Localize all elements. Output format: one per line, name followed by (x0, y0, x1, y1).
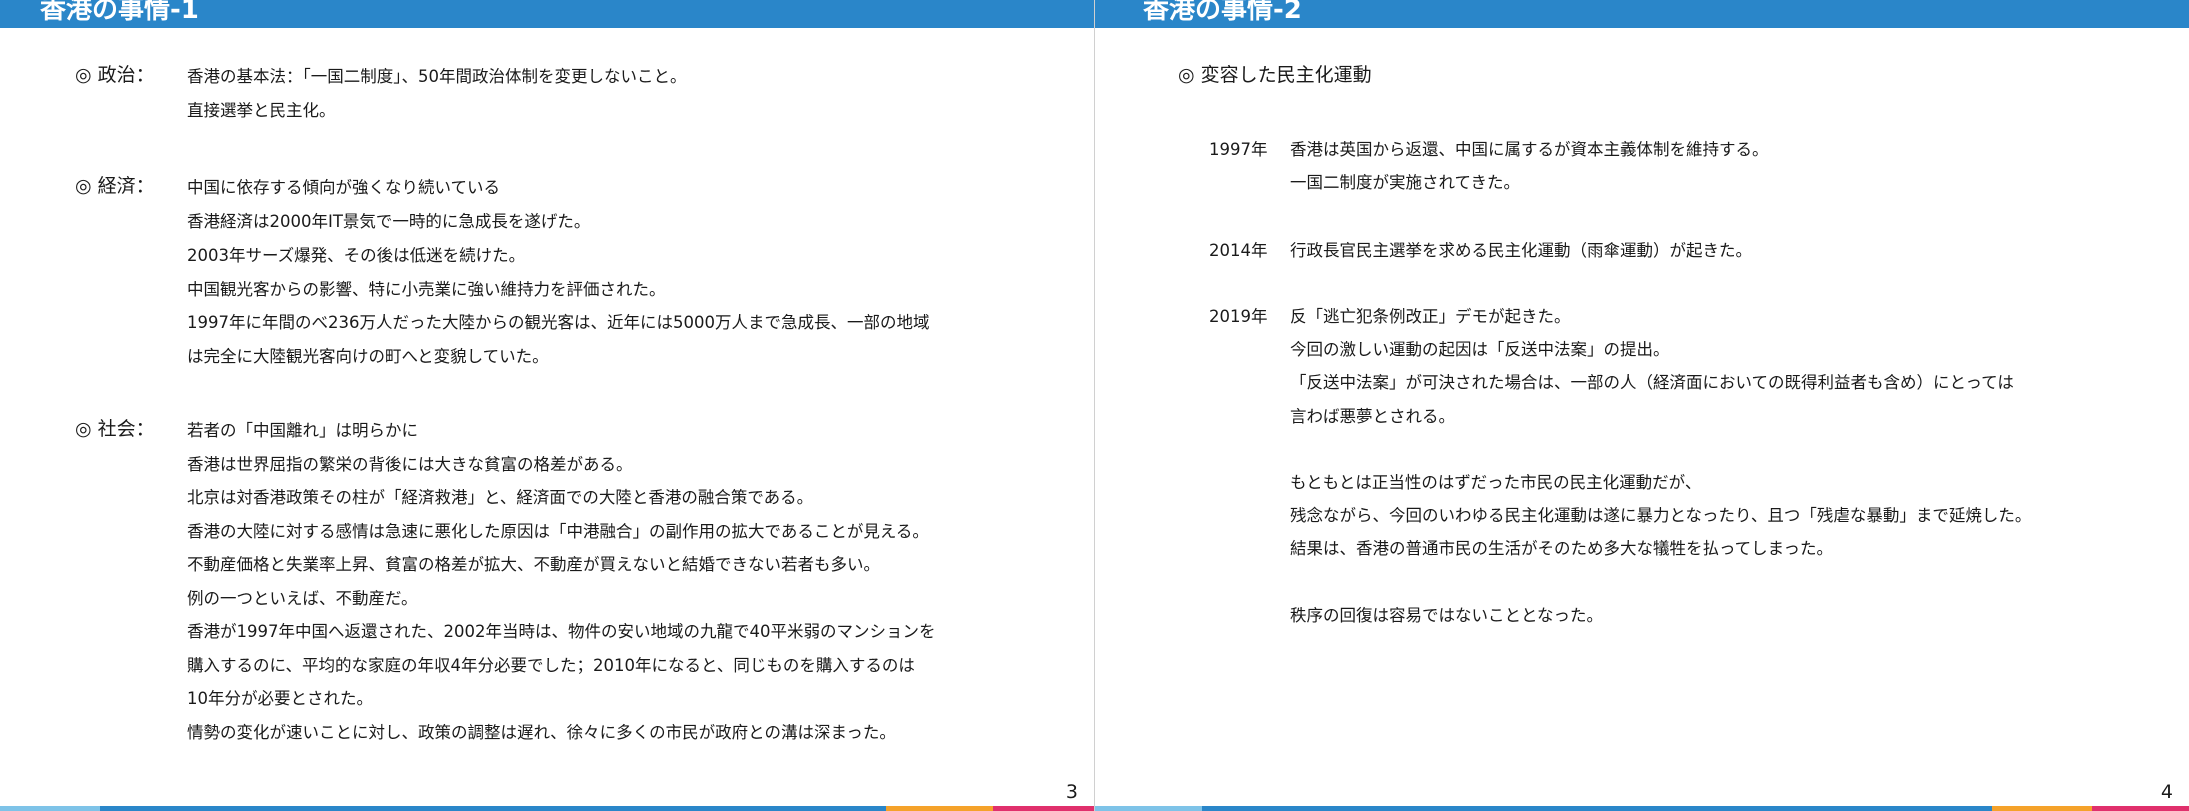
paragraph-line: 秩序の回復は容易ではないこととなった。 (1290, 606, 1604, 625)
footer-segment-pink (993, 806, 1094, 811)
politics-line: 香港の基本法：「一国二制度」、50年間政治体制を変更しないこと。 (187, 67, 687, 86)
entry-line: 言わば悪夢とされる。 (1290, 407, 1455, 426)
entry-line: 今回の激しい運動の起因は「反送中法案」の提出。 (1290, 340, 1670, 359)
footer-stripe (1095, 806, 2189, 811)
entry-line: 一国二制度が実施されてきた。 (1290, 173, 1521, 192)
paragraph-line: もともとは正当性のはずだった市民の民主化運動だが、 (1290, 473, 1702, 492)
footer-segment-blue (100, 806, 886, 811)
slide-title: 香港の事情-1 (40, 0, 199, 25)
politics-line: 直接選挙と民主化。 (187, 101, 336, 120)
year-label: 2019年 (1209, 307, 1268, 326)
slide-4: 香港の事情-2 ◎ 変容した民主化運動 1997年 香港は英国から返還、中国に属… (1095, 0, 2189, 811)
economy-line: は完全に大陸観光客向けの町へと変貌していた。 (187, 347, 549, 366)
slide-title: 香港の事情-2 (1143, 0, 1302, 25)
society-line: 香港の大陸に対する感情は急速に悪化した原因は「中港融合」の副作用の拡大であること… (187, 522, 929, 541)
section-heading: ◎ 変容した民主化運動 (1178, 64, 1372, 86)
society-line: 若者の「中国離れ」は明らかに (187, 421, 418, 440)
economy-line: 2003年サーズ爆発、その後は低迷を続けた。 (187, 246, 526, 265)
economy-label: ◎ 経済： (75, 175, 155, 197)
economy-line: 1997年に年間のべ236万人だった大陸からの観光客は、近年には5000万人まで… (187, 313, 930, 332)
entry-line: 反「逃亡犯条例改正」デモが起きた。 (1290, 307, 1571, 326)
title-bar: 香港の事情-1 (0, 0, 1094, 28)
society-line: 10年分が必要とされた。 (187, 689, 373, 708)
page-number: 4 (2160, 781, 2173, 803)
footer-segment-blue (1202, 806, 1992, 811)
society-line: 購入するのに、平均的な家庭の年収4年分必要でした；2010年になると、同じものを… (187, 656, 915, 675)
society-line: 香港は世界屈指の繁栄の背後には大きな貧富の格差がある。 (187, 455, 633, 474)
society-line: 情勢の変化が速いことに対し、政策の調整は遅れ、徐々に多くの市民が政府との溝は深ま… (187, 723, 896, 742)
footer-segment-light-blue (0, 806, 100, 811)
economy-line: 中国に依存する傾向が強くなり続いている (187, 178, 501, 197)
title-bar: 香港の事情-2 (1095, 0, 2189, 28)
footer-segment-orange (1992, 806, 2092, 811)
politics-label: ◎ 政治： (75, 64, 155, 86)
society-line: 例の一つといえば、不動産だ。 (187, 589, 418, 608)
society-line: 不動産価格と失業率上昇、貧富の格差が拡大、不動産が買えないと結婚できない若者も多… (187, 555, 880, 574)
slide-3: 香港の事情-1 ◎ 政治： 香港の基本法：「一国二制度」、50年間政治体制を変更… (0, 0, 1094, 811)
society-line: 香港が1997年中国へ返還された、2002年当時は、物件の安い地域の九龍で40平… (187, 622, 936, 641)
page-number: 3 (1065, 781, 1078, 803)
year-label: 1997年 (1209, 140, 1268, 159)
footer-stripe (0, 806, 1094, 811)
year-label: 2014年 (1209, 241, 1268, 260)
paragraph-line: 残念ながら、今回のいわゆる民主化運動は遂に暴力となったり、且つ「残虐な暴動」まで… (1290, 506, 2032, 525)
economy-line: 香港経済は2000年IT景気で一時的に急成長を遂げた。 (187, 212, 591, 231)
footer-segment-pink (2092, 806, 2189, 811)
society-line: 北京は対香港政策その柱が「経済救港」と、経済面での大陸と香港の融合策である。 (187, 488, 814, 507)
entry-line: 香港は英国から返還、中国に属するが資本主義体制を維持する。 (1290, 140, 1769, 159)
entry-line: 行政長官民主選挙を求める民主化運動（雨傘運動）が起きた。 (1290, 241, 1752, 260)
paragraph-line: 結果は、香港の普通市民の生活がそのため多大な犠牲を払ってしまった。 (1290, 539, 1834, 558)
entry-line: 「反送中法案」が可決された場合は、一部の人（経済面においての既得利益者も含め）に… (1290, 373, 2014, 392)
economy-line: 中国観光客からの影響、特に小売業に強い維持力を評価された。 (187, 280, 666, 299)
footer-segment-light-blue (1095, 806, 1202, 811)
footer-segment-orange (886, 806, 993, 811)
society-label: ◎ 社会： (75, 418, 155, 440)
